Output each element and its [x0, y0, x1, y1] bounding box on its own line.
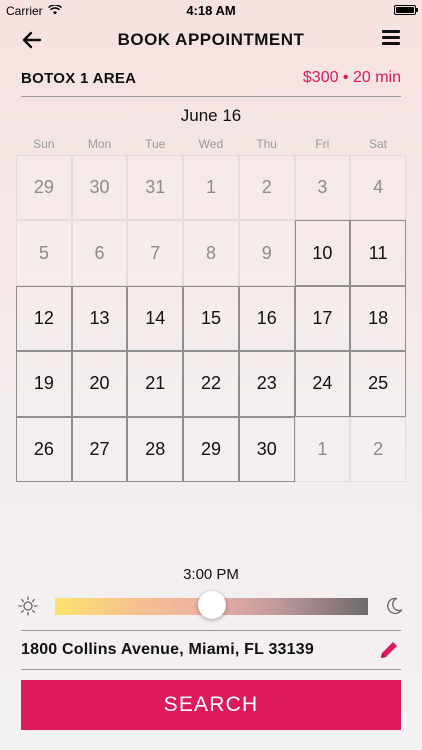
calendar-day-available[interactable]: 15 [183, 285, 239, 352]
calendar-day-available[interactable]: 10 [294, 220, 351, 286]
calendar-day-available[interactable]: 20 [71, 351, 128, 417]
battery-icon [394, 5, 418, 15]
selected-time-label: 3:00 PM [183, 566, 239, 583]
address-text[interactable]: 1800 Collins Avenue, Miami, FL 33139 [21, 641, 314, 659]
menu-icon[interactable] [382, 30, 400, 48]
calendar-day-unavailable: 9 [238, 220, 295, 286]
calendar-day-available[interactable]: 11 [350, 220, 406, 286]
calendar-day-unavailable: 1 [183, 155, 239, 221]
calendar-day-available[interactable]: 29 [183, 416, 239, 482]
time-slider-thumb[interactable] [197, 591, 226, 619]
calendar-day-unavailable: 29 [16, 155, 72, 221]
calendar-day-available[interactable]: 16 [238, 285, 295, 352]
status-right [394, 5, 418, 15]
weekday-label: Tue [145, 137, 166, 151]
calendar-day-available[interactable]: 17 [294, 285, 351, 352]
calendar-day-available[interactable]: 13 [71, 285, 128, 352]
address-row[interactable]: 1800 Collins Avenue, Miami, FL 33139 [21, 630, 401, 670]
calendar-day-unavailable: 3 [294, 155, 351, 221]
calendar-day-available[interactable]: 19 [16, 351, 72, 417]
service-price-duration: $300 • 20 min [302, 69, 401, 86]
weekday-label: Wed [198, 137, 224, 151]
moon-icon [384, 596, 404, 616]
calendar-day-unavailable: 7 [127, 220, 184, 286]
month-label: June 16 [180, 106, 242, 125]
calendar-day-available[interactable]: 27 [71, 416, 128, 482]
calendar-day-unavailable: 6 [71, 220, 128, 286]
nav-bar: BOOK APPOINTMENT [0, 22, 422, 58]
calendar-day-available[interactable]: 12 [16, 285, 72, 352]
sun-icon [18, 596, 38, 616]
calendar-day-unavailable: 31 [127, 155, 184, 221]
calendar-day-unavailable: 1 [294, 416, 351, 482]
calendar-grid: 29 30 31 1 2 3 4 5 6 7 8 9 10 11 12 13 14 15 16 17 18 19 20 21 2… [16, 155, 406, 482]
page-title: BOOK APPOINTMENT [117, 30, 305, 49]
weekday-label: Mon [87, 137, 112, 151]
calendar-day-unavailable: 2 [350, 416, 406, 482]
pencil-icon[interactable] [377, 638, 401, 662]
calendar-day-available[interactable]: 28 [127, 416, 184, 482]
calendar-day-unavailable: 5 [16, 220, 72, 286]
weekday-label: Sun [33, 137, 55, 151]
calendar-day-unavailable: 4 [350, 155, 406, 221]
calendar-day-available[interactable]: 26 [16, 416, 72, 482]
status-bar: Carrier 4:18 AM [0, 0, 422, 22]
search-button[interactable]: SEARCH [21, 680, 401, 730]
calendar-day-unavailable: 2 [238, 155, 295, 221]
weekday-label: Thu [256, 137, 277, 151]
weekday-label: Sat [368, 137, 387, 151]
service-summary: BOTOX 1 AREA $300 • 20 min [21, 64, 401, 97]
calendar-day-available[interactable]: 21 [127, 351, 184, 417]
calendar-day-unavailable: 8 [183, 220, 239, 286]
weekday-label: Fri [315, 137, 330, 151]
calendar-day-available[interactable]: 14 [127, 285, 184, 352]
calendar-day-available[interactable]: 24 [294, 351, 351, 417]
weekday-header: Sun Mon Tue Wed Thu Fri Sat [16, 137, 406, 155]
status-time: 4:18 AM [186, 3, 236, 18]
calendar-day-available[interactable]: 22 [183, 351, 239, 417]
calendar-day-unavailable: 30 [71, 155, 128, 221]
service-name: BOTOX 1 AREA [21, 70, 137, 87]
calendar-day-available[interactable]: 18 [350, 285, 406, 352]
calendar-day-available[interactable]: 25 [350, 351, 406, 417]
calendar-day-available[interactable]: 23 [238, 351, 295, 417]
calendar-day-available[interactable]: 30 [238, 416, 295, 482]
